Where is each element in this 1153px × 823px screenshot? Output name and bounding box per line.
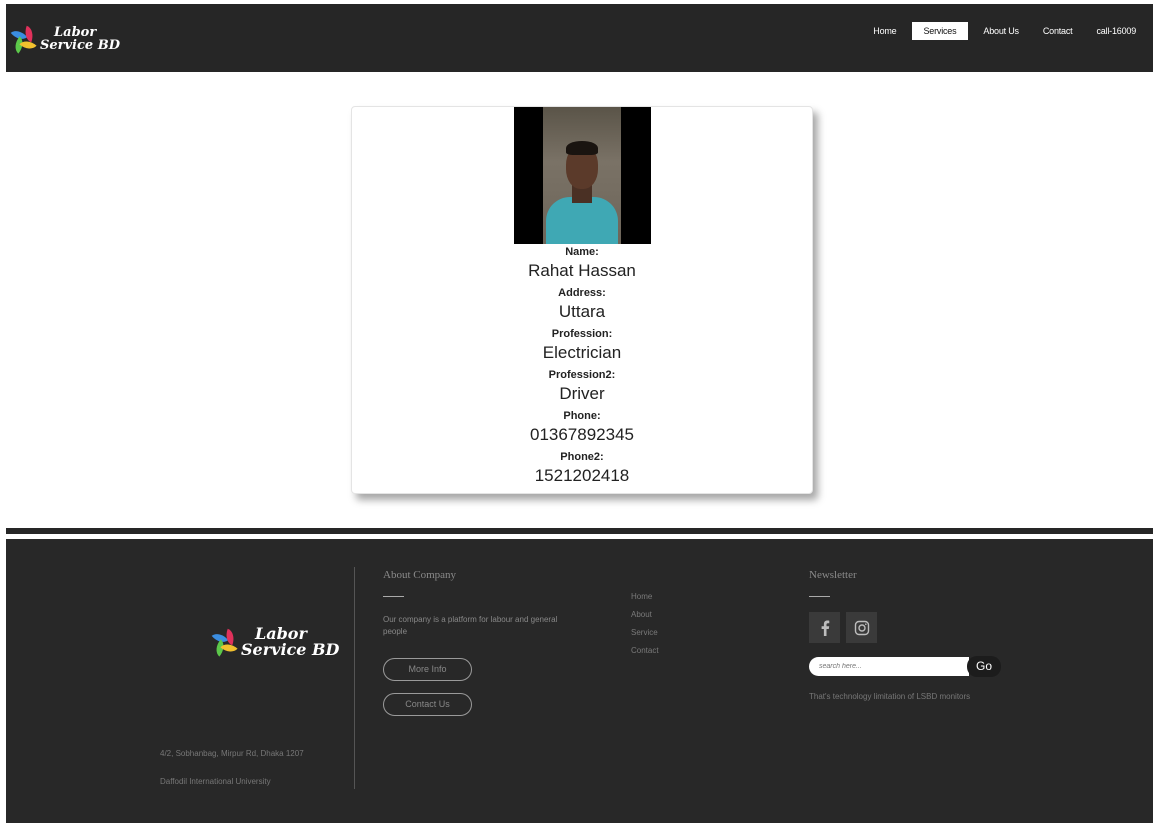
nav-about-us[interactable]: About Us <box>974 22 1027 40</box>
phone-label: Phone: <box>563 410 601 422</box>
footer-logo[interactable]: Labor Service BD <box>211 624 340 659</box>
phone-value: 01367892345 <box>529 425 634 444</box>
facebook-icon[interactable] <box>809 612 840 643</box>
phone2-label: Phone2: <box>560 451 604 463</box>
footer-link-service[interactable]: Service <box>631 627 659 645</box>
footer-logo-text: Labor Service BD <box>241 624 340 659</box>
logo-leaves-icon <box>10 25 38 54</box>
profession-value: Electrician <box>542 343 622 362</box>
top-navbar: Labor Service BD Home Services About Us … <box>6 4 1153 72</box>
footer-links: Home About Service Contact <box>631 591 659 663</box>
footer-link-home[interactable]: Home <box>631 591 659 609</box>
profile-card: Name: Rahat Hassan Address: Uttara Profe… <box>351 106 813 494</box>
footer-university: Daffodil International University <box>160 777 271 786</box>
footer-link-contact[interactable]: Contact <box>631 645 659 663</box>
search-input[interactable] <box>809 657 969 676</box>
footer-divider <box>6 528 1153 534</box>
name-value: Rahat Hassan <box>528 261 636 280</box>
newsletter-title: Newsletter <box>809 569 857 581</box>
about-underline <box>383 596 404 597</box>
footer-address: 4/2, Sobhanbag, Mirpur Rd, Dhaka 1207 <box>160 749 304 758</box>
about-company-title: About Company <box>383 569 457 581</box>
go-button[interactable]: Go <box>967 656 1001 677</box>
profile-photo <box>514 107 651 244</box>
logo-leaves-icon <box>211 628 239 657</box>
phone2-value: 1521202418 <box>534 466 630 485</box>
brand-logo[interactable]: Labor Service BD <box>10 25 120 54</box>
main-nav: Home Services About Us Contact call-1600… <box>858 22 1145 40</box>
name-label: Name: <box>565 246 599 258</box>
address-value: Uttara <box>558 302 606 321</box>
profile-fields: Name: Rahat Hassan Address: Uttara Profe… <box>352 246 812 492</box>
newsletter-note: That's technology limitation of LSBD mon… <box>809 692 971 701</box>
profession-label: Profession: <box>551 328 613 340</box>
newsletter-underline <box>809 596 830 597</box>
nav-call[interactable]: call-16009 <box>1087 22 1145 40</box>
about-company-text: Our company is a platform for labour and… <box>383 615 558 636</box>
instagram-icon[interactable] <box>846 612 877 643</box>
nav-home[interactable]: Home <box>864 22 905 40</box>
footer-link-about[interactable]: About <box>631 609 659 627</box>
nav-services[interactable]: Services <box>911 22 969 40</box>
footer: Labor Service BD 4/2, Sobhanbag, Mirpur … <box>6 539 1153 823</box>
more-info-button[interactable]: More Info <box>383 658 472 681</box>
logo-text: Labor Service BD <box>40 25 120 53</box>
newsletter-search: Go <box>809 656 1001 677</box>
footer-vertical-divider <box>354 567 355 789</box>
profession2-value: Driver <box>559 384 605 403</box>
nav-contact[interactable]: Contact <box>1034 22 1082 40</box>
profession2-label: Profession2: <box>548 369 616 381</box>
address-label: Address: <box>558 287 606 299</box>
contact-us-button[interactable]: Contact Us <box>383 693 472 716</box>
